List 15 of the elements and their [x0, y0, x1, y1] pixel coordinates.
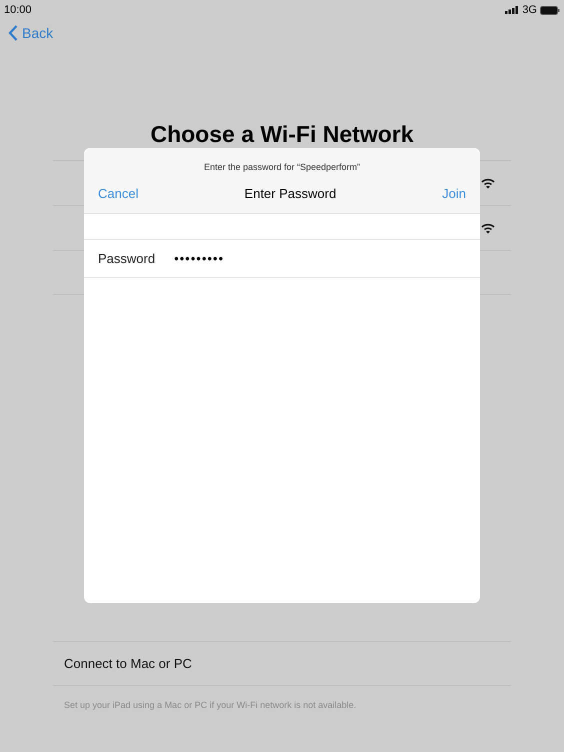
join-button[interactable]: Join: [442, 184, 466, 204]
dialog-prompt: Enter the password for “Speedperform”: [204, 160, 360, 174]
footnote-text: Set up your iPad using a Mac or PC if your Wi-Fi network is not available.: [64, 700, 356, 710]
dialog-title: Enter Password: [244, 185, 336, 204]
page-title: Choose a Wi-Fi Network: [150, 120, 414, 149]
battery-icon: [540, 6, 560, 14]
status-time: 10:00: [4, 2, 32, 18]
chevron-left-icon: [8, 25, 18, 41]
signal-icon: [505, 6, 520, 14]
password-field[interactable]: •••••••••: [174, 248, 454, 268]
cancel-button[interactable]: Cancel: [98, 184, 138, 204]
password-label: Password: [98, 250, 156, 268]
network-type: 3G: [522, 2, 537, 18]
connect-option[interactable]: Connect to Mac or PC: [64, 654, 192, 674]
back-button[interactable]: Back: [8, 22, 54, 44]
